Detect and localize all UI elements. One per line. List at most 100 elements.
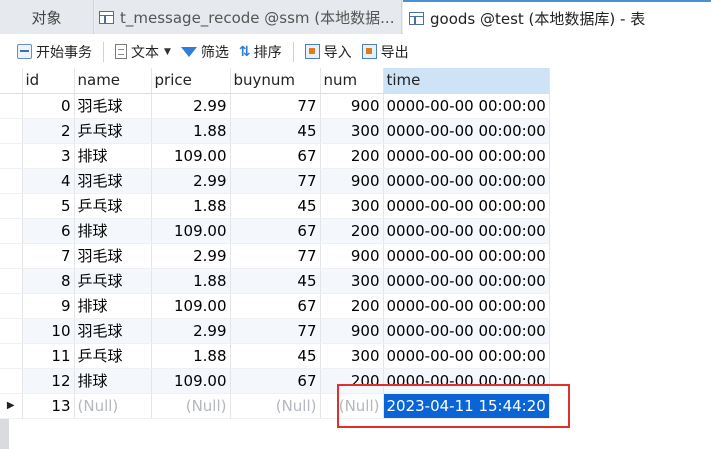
cell-price[interactable]: 109.00 <box>151 218 231 244</box>
tab-goods[interactable]: goods @test (本地数据库) - 表 <box>403 0 711 34</box>
cell-num[interactable]: 200 <box>320 218 384 244</box>
cell-id[interactable]: 11 <box>22 343 75 369</box>
cell-id[interactable]: 10 <box>22 318 75 344</box>
cell-num[interactable]: 200 <box>320 368 384 394</box>
cell-id[interactable]: 13 <box>22 393 75 419</box>
cell-id[interactable]: 4 <box>22 168 75 194</box>
cell-buynum[interactable]: 67 <box>230 368 321 394</box>
sort-button[interactable]: ⇅ 排序 <box>236 39 285 65</box>
cell-buynum[interactable]: 67 <box>230 143 321 169</box>
cell-name[interactable]: 乒乓球 <box>74 343 152 369</box>
cell-price[interactable]: 2.99 <box>151 318 231 344</box>
table-row[interactable]: 5 乒乓球 1.88 45 300 0000-00-00 00:00:00 <box>0 193 550 219</box>
table-row[interactable]: 2 乒乓球 1.88 45 300 0000-00-00 00:00:00 <box>0 118 550 144</box>
table-row[interactable]: 7 羽毛球 2.99 77 900 0000-00-00 00:00:00 <box>0 243 550 269</box>
cell-id[interactable]: 6 <box>22 218 75 244</box>
cell-time[interactable]: 0000-00-00 00:00:00 <box>383 118 550 144</box>
cell-buynum[interactable]: 45 <box>230 193 321 219</box>
column-header-id[interactable]: id <box>22 68 75 94</box>
cell-num[interactable]: 200 <box>320 143 384 169</box>
cell-price[interactable]: 1.88 <box>151 118 231 144</box>
cell-num[interactable]: 900 <box>320 168 384 194</box>
cell-num[interactable]: 300 <box>320 193 384 219</box>
cell-price[interactable]: 2.99 <box>151 243 231 269</box>
cell-time[interactable]: 0000-00-00 00:00:00 <box>383 293 550 319</box>
cell-time[interactable]: 0000-00-00 00:00:00 <box>383 368 550 394</box>
cell-price[interactable]: 2.99 <box>151 168 231 194</box>
cell-buynum[interactable]: 77 <box>230 168 321 194</box>
column-header-time[interactable]: time <box>383 68 550 94</box>
cell-price[interactable]: 2.99 <box>151 93 231 119</box>
cell-id[interactable]: 9 <box>22 293 75 319</box>
cell-buynum[interactable]: 67 <box>230 218 321 244</box>
table-row[interactable]: 12 排球 109.00 67 200 0000-00-00 00:00:00 <box>0 368 550 394</box>
begin-transaction-button[interactable]: 开始事务 <box>14 39 95 65</box>
cell-time[interactable]: 0000-00-00 00:00:00 <box>383 143 550 169</box>
cell-name[interactable]: (Null) <box>74 393 152 419</box>
table-row[interactable]: 10 羽毛球 2.99 77 900 0000-00-00 00:00:00 <box>0 318 550 344</box>
table-row[interactable]: 9 排球 109.00 67 200 0000-00-00 00:00:00 <box>0 293 550 319</box>
cell-num[interactable]: 900 <box>320 318 384 344</box>
cell-buynum[interactable]: 45 <box>230 343 321 369</box>
export-button[interactable]: 导出 <box>359 39 412 65</box>
filter-button[interactable]: 筛选 <box>178 39 232 65</box>
cell-name[interactable]: 羽毛球 <box>74 93 152 119</box>
column-header-num[interactable]: num <box>320 68 384 94</box>
table-row[interactable]: 3 排球 109.00 67 200 0000-00-00 00:00:00 <box>0 143 550 169</box>
cell-num[interactable]: 300 <box>320 118 384 144</box>
cell-num[interactable]: 900 <box>320 93 384 119</box>
column-header-buynum[interactable]: buynum <box>230 68 321 94</box>
cell-price[interactable]: 1.88 <box>151 343 231 369</box>
cell-buynum[interactable]: (Null) <box>230 393 321 419</box>
cell-name[interactable]: 排球 <box>74 143 152 169</box>
table-row[interactable]: 6 排球 109.00 67 200 0000-00-00 00:00:00 <box>0 218 550 244</box>
table-row[interactable]: 11 乒乓球 1.88 45 300 0000-00-00 00:00:00 <box>0 343 550 369</box>
cell-num[interactable]: 200 <box>320 293 384 319</box>
cell-id[interactable]: 12 <box>22 368 75 394</box>
cell-price[interactable]: 109.00 <box>151 293 231 319</box>
cell-id[interactable]: 8 <box>22 268 75 294</box>
cell-buynum[interactable]: 67 <box>230 293 321 319</box>
cell-buynum[interactable]: 77 <box>230 243 321 269</box>
cell-time[interactable]: 0000-00-00 00:00:00 <box>383 218 550 244</box>
cell-name[interactable]: 乒乓球 <box>74 268 152 294</box>
cell-buynum[interactable]: 45 <box>230 118 321 144</box>
cell-time[interactable]: 0000-00-00 00:00:00 <box>383 268 550 294</box>
column-header-name[interactable]: name <box>74 68 152 94</box>
table-row-new[interactable]: ▶ 13 (Null) (Null) (Null) (Null) 2023-04… <box>0 393 550 419</box>
cell-price[interactable]: 1.88 <box>151 268 231 294</box>
table-row[interactable]: 8 乒乓球 1.88 45 300 0000-00-00 00:00:00 <box>0 268 550 294</box>
cell-time[interactable]: 0000-00-00 00:00:00 <box>383 243 550 269</box>
cell-price[interactable]: 1.88 <box>151 193 231 219</box>
cell-id[interactable]: 0 <box>22 93 75 119</box>
cell-time[interactable]: 0000-00-00 00:00:00 <box>383 193 550 219</box>
cell-name[interactable]: 羽毛球 <box>74 318 152 344</box>
cell-time[interactable]: 0000-00-00 00:00:00 <box>383 93 550 119</box>
cell-name[interactable]: 羽毛球 <box>74 243 152 269</box>
cell-price[interactable]: (Null) <box>151 393 231 419</box>
cell-name[interactable]: 乒乓球 <box>74 193 152 219</box>
cell-num[interactable]: 300 <box>320 268 384 294</box>
cell-buynum[interactable]: 77 <box>230 93 321 119</box>
table-row[interactable]: 0 羽毛球 2.99 77 900 0000-00-00 00:00:00 <box>0 93 550 119</box>
tab-t-message-recode[interactable]: t_message_recode @ssm (本地数据... <box>95 0 402 34</box>
cell-buynum[interactable]: 45 <box>230 268 321 294</box>
cell-id[interactable]: 2 <box>22 118 75 144</box>
table-row[interactable]: 4 羽毛球 2.99 77 900 0000-00-00 00:00:00 <box>0 168 550 194</box>
cell-num[interactable]: (Null) <box>320 393 384 419</box>
cell-name[interactable]: 排球 <box>74 293 152 319</box>
cell-buynum[interactable]: 77 <box>230 318 321 344</box>
cell-time[interactable]: 0000-00-00 00:00:00 <box>383 343 550 369</box>
cell-name[interactable]: 排球 <box>74 368 152 394</box>
cell-price[interactable]: 109.00 <box>151 143 231 169</box>
cell-price[interactable]: 109.00 <box>151 368 231 394</box>
cell-id[interactable]: 5 <box>22 193 75 219</box>
cell-num[interactable]: 900 <box>320 243 384 269</box>
text-button[interactable]: 文本 ▼ <box>112 39 174 65</box>
cell-id[interactable]: 7 <box>22 243 75 269</box>
cell-name[interactable]: 羽毛球 <box>74 168 152 194</box>
cell-time[interactable]: 0000-00-00 00:00:00 <box>383 318 550 344</box>
cell-time[interactable]: 0000-00-00 00:00:00 <box>383 168 550 194</box>
cell-time-selected[interactable]: 2023-04-11 15:44:20 <box>383 393 550 419</box>
import-button[interactable]: 导入 <box>302 39 355 65</box>
